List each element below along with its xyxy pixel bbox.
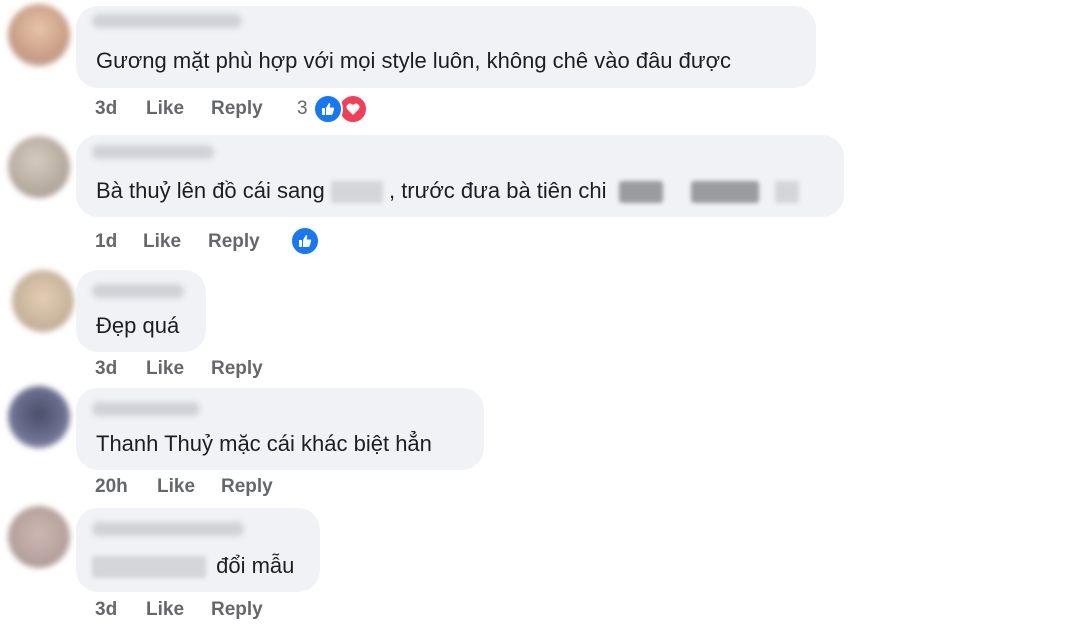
like-icon[interactable] [313, 94, 343, 124]
reply-button[interactable]: Reply [221, 476, 273, 498]
like-icon[interactable] [290, 226, 320, 256]
reply-button[interactable]: Reply [211, 599, 263, 621]
timestamp[interactable]: 3d [95, 98, 117, 120]
author-name-redacted[interactable] [92, 284, 184, 298]
comment-text-part: Bà thuỷ lên đồ cái sang [96, 178, 325, 203]
comment-actions: 3d Like Reply [0, 599, 400, 623]
timestamp[interactable]: 3d [95, 358, 117, 380]
avatar[interactable] [8, 506, 70, 568]
avatar[interactable] [12, 270, 74, 332]
comment-bubble: đổi mẫu [76, 508, 320, 592]
like-button[interactable]: Like [146, 599, 184, 621]
redacted-text [330, 181, 383, 204]
comment-text-part: đổi mẫu [216, 553, 295, 578]
redacted-text [690, 181, 759, 204]
comment-actions: 1d Like Reply [0, 231, 400, 255]
comment-text: Đẹp quá [96, 313, 180, 338]
timestamp[interactable]: 1d [95, 231, 117, 253]
comment-text-part: , trước đưa bà tiên chi [388, 178, 607, 203]
avatar[interactable] [8, 136, 70, 198]
comment-text: đổi mẫu [92, 552, 294, 580]
avatar[interactable] [8, 386, 70, 448]
like-button[interactable]: Like [143, 231, 181, 253]
author-name-redacted[interactable] [92, 145, 214, 159]
author-name-redacted[interactable] [92, 14, 242, 28]
comment-bubble: Gương mặt phù hợp với mọi style luôn, kh… [76, 6, 816, 88]
comment-bubble: Đẹp quá [76, 270, 206, 352]
timestamp[interactable]: 3d [95, 599, 117, 621]
like-button[interactable]: Like [157, 476, 195, 498]
comment-actions: 20h Like Reply [0, 476, 400, 500]
reply-button[interactable]: Reply [208, 231, 260, 253]
reply-button[interactable]: Reply [211, 98, 263, 120]
comment-bubble: Bà thuỷ lên đồ cái sang , trước đưa bà t… [76, 135, 844, 217]
author-name-redacted[interactable] [92, 402, 200, 416]
redacted-text [774, 181, 799, 204]
author-name-redacted[interactable] [92, 522, 244, 536]
redacted-text [92, 556, 206, 579]
like-button[interactable]: Like [146, 358, 184, 380]
comment-bubble: Thanh Thuỷ mặc cái khác biệt hẳn [76, 388, 484, 470]
comment-actions: 3d Like Reply [0, 358, 400, 382]
redacted-text [618, 181, 663, 204]
avatar[interactable] [8, 4, 70, 66]
like-button[interactable]: Like [146, 98, 184, 120]
reply-button[interactable]: Reply [211, 358, 263, 380]
reaction-count[interactable]: 3 [297, 98, 308, 120]
comment-text: Thanh Thuỷ mặc cái khác biệt hẳn [96, 431, 432, 456]
comment-text: Gương mặt phù hợp với mọi style luôn, kh… [96, 48, 732, 73]
timestamp[interactable]: 20h [95, 476, 128, 498]
comment-text: Bà thuỷ lên đồ cái sang , trước đưa bà t… [96, 177, 799, 205]
